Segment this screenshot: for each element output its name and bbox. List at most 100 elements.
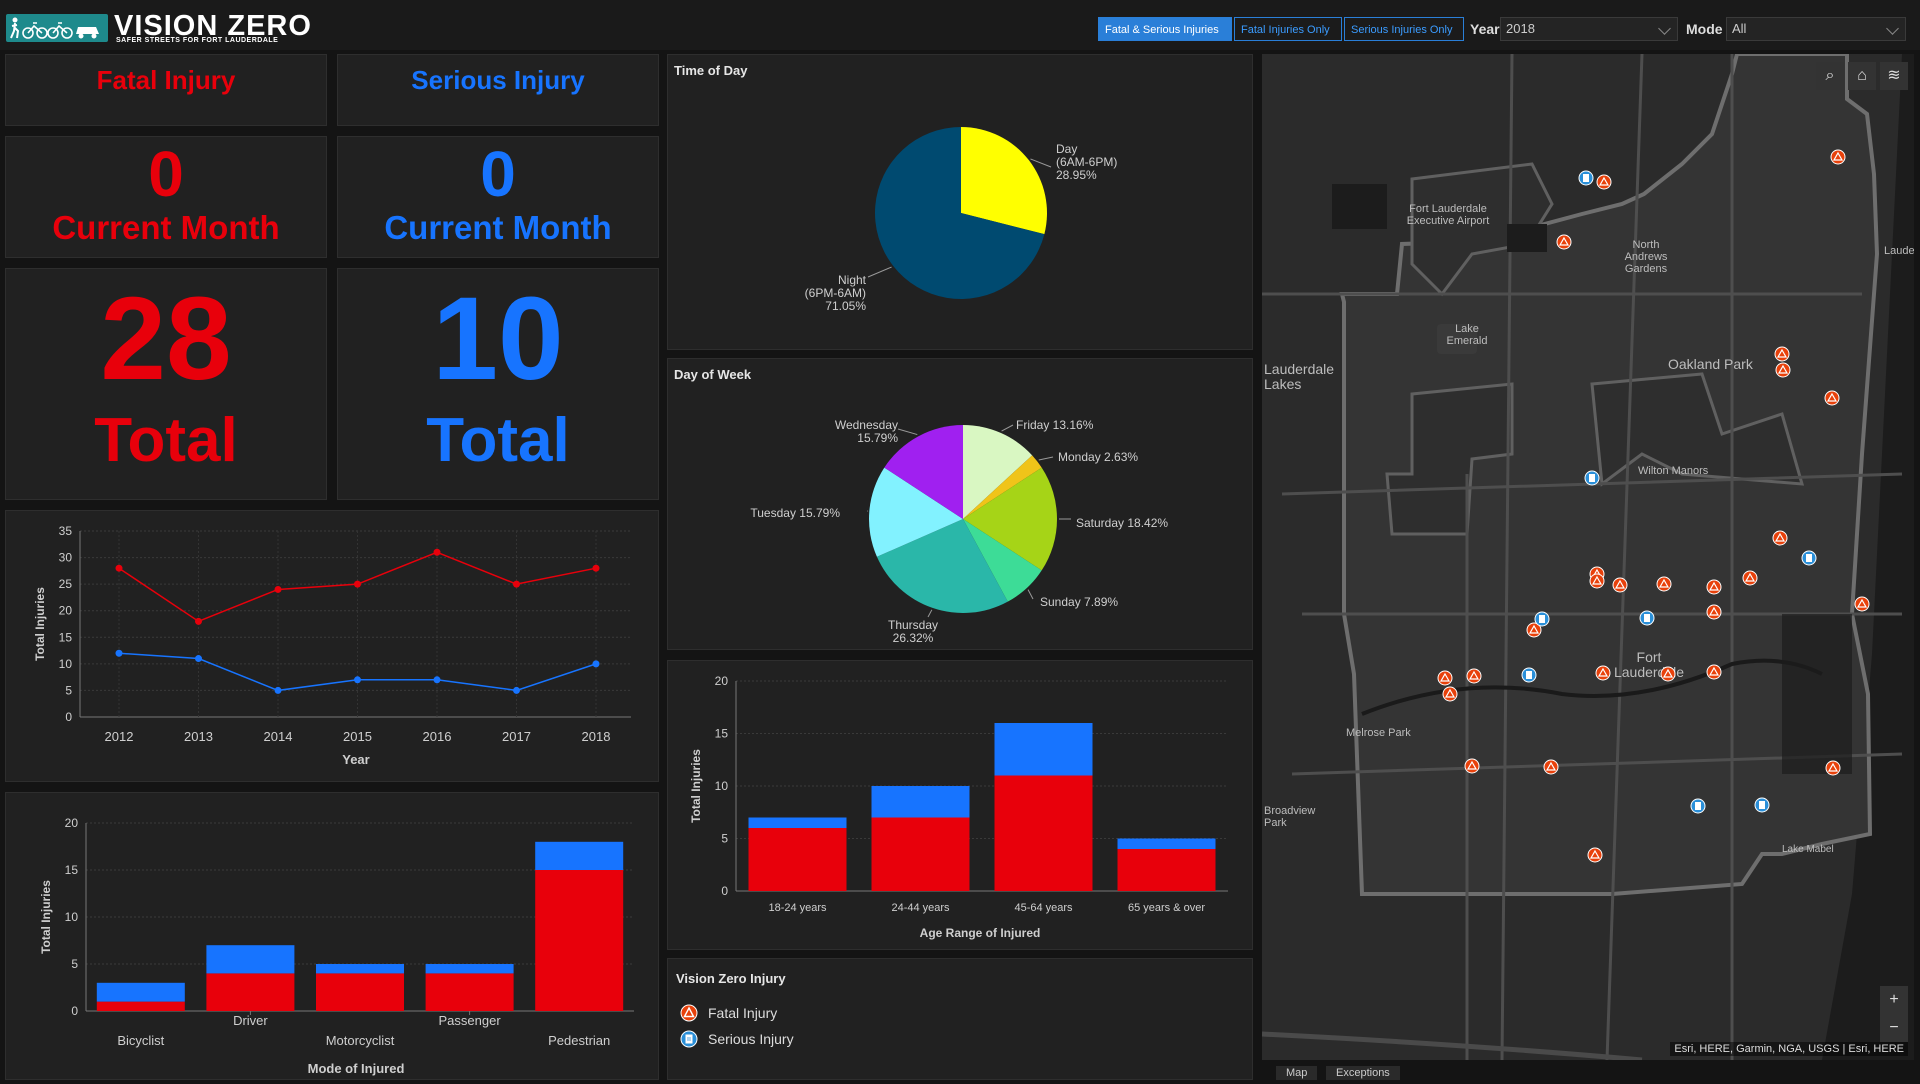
tab-map[interactable]: Map: [1276, 1066, 1317, 1080]
bar-segment: [316, 973, 404, 1011]
filter-serious-only-button[interactable]: Serious Injuries Only: [1344, 17, 1464, 41]
leader-line: [1002, 425, 1013, 431]
zoom-in-button[interactable]: +: [1880, 986, 1908, 1014]
x-axis-label: Year: [342, 752, 369, 767]
map-place-label: Lauderdale-b: [1884, 245, 1914, 257]
x-tick-label: 2018: [582, 729, 611, 744]
mode-value: All: [1732, 21, 1746, 36]
document-icon: [1589, 474, 1595, 482]
data-point: [354, 676, 361, 683]
data-point: [434, 549, 441, 556]
legend-serious-label: Serious Injury: [708, 1031, 794, 1047]
slice-label: Day(6AM-6PM)28.95%: [1056, 142, 1117, 182]
bar-segment: [316, 964, 404, 973]
data-point: [593, 660, 600, 667]
tab-exceptions[interactable]: Exceptions: [1326, 1066, 1400, 1080]
data-point: [116, 565, 123, 572]
y-tick-label: 0: [721, 884, 728, 898]
map-canvas[interactable]: Fort LauderdaleExecutive AirportNorthAnd…: [1262, 54, 1914, 1060]
x-tick-label: Driver: [233, 1013, 268, 1028]
leader-line: [928, 610, 932, 617]
y-axis-label: Total Injuries: [33, 587, 47, 661]
data-point: [513, 581, 520, 588]
map-view[interactable]: Fort LauderdaleExecutive AirportNorthAnd…: [1262, 54, 1914, 1060]
bar-segment: [97, 983, 185, 1002]
chevron-down-icon: [1886, 22, 1899, 35]
y-tick-label: 15: [65, 863, 79, 877]
slice-label: Night(6PM-6AM)71.05%: [805, 273, 867, 313]
y-axis-label: Total Injuries: [689, 749, 703, 823]
bar-segment: [749, 828, 847, 891]
document-icon: [1644, 614, 1650, 622]
app-header: VISION ZERO SAFER STREETS FOR FORT LAUDE…: [0, 0, 1920, 50]
data-point: [354, 581, 361, 588]
home-icon[interactable]: ⌂: [1848, 62, 1876, 90]
age-bar-chart: 05101520Total Injuries18-24 years24-44 y…: [668, 661, 1252, 949]
slice-label: Saturday 18.42%: [1076, 516, 1168, 530]
bar-segment: [1118, 839, 1216, 850]
filter-fatal-serious-button[interactable]: Fatal & Serious Injuries: [1098, 17, 1232, 41]
x-tick-label: 2015: [343, 729, 372, 744]
y-tick-label: 10: [59, 657, 73, 671]
slice-label: Friday 13.16%: [1016, 418, 1094, 432]
bar-segment: [1118, 849, 1216, 891]
fatal-total-label: Total: [6, 403, 326, 479]
leader-line: [1028, 590, 1033, 599]
document-icon: [1539, 615, 1545, 623]
filter-fatal-only-button[interactable]: Fatal Injuries Only: [1234, 17, 1342, 41]
x-tick-label: 45-64 years: [1014, 902, 1073, 914]
y-tick-label: 5: [71, 957, 78, 971]
data-point: [195, 655, 202, 662]
mode-select[interactable]: All: [1726, 17, 1906, 41]
x-tick-label: 2016: [423, 729, 452, 744]
document-icon: [680, 1030, 698, 1048]
x-axis-label: Age Range of Injured: [920, 926, 1041, 940]
bar-segment: [535, 870, 623, 1011]
serious-total-panel: 10 Total: [337, 268, 659, 500]
map-place-label: LauderdaleLakes: [1264, 361, 1334, 392]
x-tick-label: Passenger: [439, 1013, 502, 1028]
slice-label: Monday 2.63%: [1058, 450, 1138, 464]
map-place-label: Oakland Park: [1668, 356, 1754, 372]
y-tick-label: 15: [715, 727, 729, 741]
y-tick-label: 20: [715, 674, 729, 688]
zoom-out-button[interactable]: −: [1880, 1014, 1908, 1042]
year-select[interactable]: 2018: [1500, 17, 1678, 41]
y-tick-label: 0: [71, 1004, 78, 1018]
time-of-day-panel: Time of Day Day(6AM-6PM)28.95%Night(6PM-…: [667, 54, 1253, 350]
layers-icon[interactable]: ≋: [1880, 62, 1908, 90]
x-tick-label: Pedestrian: [548, 1033, 610, 1048]
bar-segment: [995, 723, 1093, 776]
data-point: [513, 687, 520, 694]
bar-segment: [206, 945, 294, 973]
trend-line-chart: 05101520253035Total Injuries201220132014…: [6, 511, 658, 781]
leader-line: [868, 267, 892, 277]
y-tick-label: 5: [65, 683, 72, 697]
bar-segment: [872, 818, 970, 892]
y-tick-label: 35: [59, 524, 73, 538]
data-point: [195, 618, 202, 625]
legend-panel: Vision Zero Injury Fatal Injury Serious …: [667, 958, 1253, 1080]
serious-title: Serious Injury: [338, 65, 658, 96]
data-point: [593, 565, 600, 572]
slice-label: Tuesday 15.79%: [750, 506, 840, 520]
map-place-label: Fort LauderdaleExecutive Airport: [1407, 203, 1490, 227]
map-place-label: BroadviewPark: [1264, 805, 1315, 829]
y-tick-label: 10: [715, 779, 729, 793]
leader-line: [898, 429, 917, 435]
search-icon[interactable]: ⌕: [1816, 62, 1844, 90]
y-tick-label: 20: [65, 816, 79, 830]
bar-segment: [426, 964, 514, 973]
map-place-label: Lake Mabel: [1782, 844, 1834, 855]
serious-month-panel: 0 Current Month: [337, 136, 659, 258]
x-tick-label: 2017: [502, 729, 531, 744]
x-tick-label: 2012: [105, 729, 134, 744]
day-of-week-pie-chart: Friday 13.16% Monday 2.63% Saturday 18.42%…: [668, 359, 1252, 649]
bar-segment: [535, 842, 623, 870]
x-tick-label: 18-24 years: [768, 902, 827, 914]
slice-label: Wednesday15.79%: [835, 418, 898, 445]
document-icon: [1806, 554, 1812, 562]
fatal-total-panel: 28 Total: [5, 268, 327, 500]
map-place-label: Wilton Manors: [1638, 465, 1709, 477]
leader-line: [1039, 457, 1053, 460]
